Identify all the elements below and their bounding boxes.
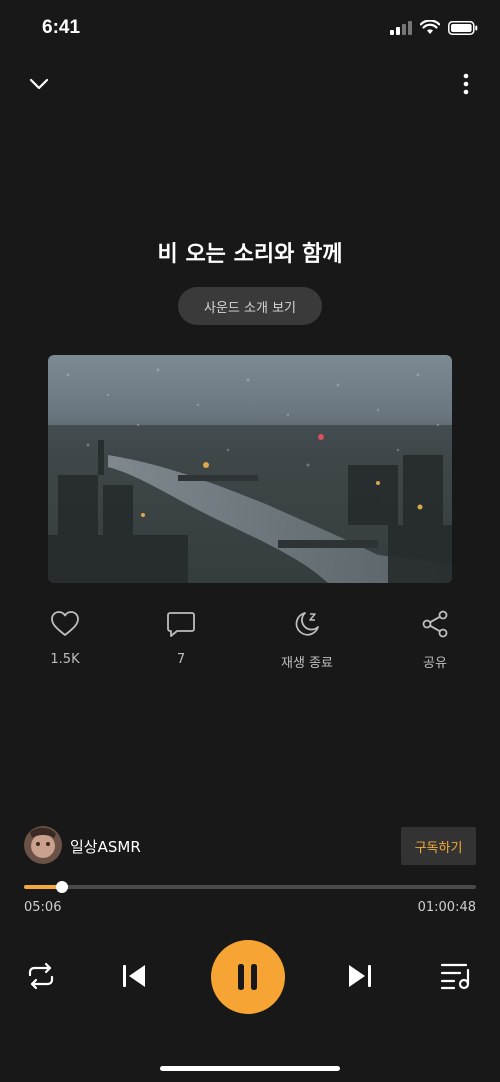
more-options-icon[interactable] [462,72,470,96]
sleep-timer-button[interactable]: 재생 종료 [262,610,352,671]
sound-intro-button[interactable]: 사운드 소개 보기 [178,287,322,325]
wifi-icon [420,20,440,34]
pause-icon [238,964,257,990]
top-bar [0,66,500,102]
comment-count: 7 [176,652,186,667]
battery-icon [448,20,478,35]
home-indicator [160,1066,340,1071]
playback-controls [0,938,500,1014]
share-button[interactable]: 공유 [390,610,480,671]
comment-icon [167,612,195,637]
previous-track-icon[interactable] [120,963,148,989]
share-icon [422,610,448,638]
progress-knob[interactable] [55,881,68,893]
pause-button[interactable] [211,940,285,1014]
total-time: 01:00:48 [417,900,476,915]
status-icons [390,20,478,35]
chevron-down-icon[interactable] [26,72,52,96]
channel-name[interactable]: 일상ASMR [70,836,141,857]
signal-icon [390,20,412,35]
next-track-icon[interactable] [346,963,374,989]
subscribe-button[interactable]: 구독하기 [401,827,476,865]
heart-icon [51,611,79,636]
avatar[interactable] [24,826,62,864]
like-count: 1.5K [50,652,80,667]
clock: 6:41 [42,17,81,38]
like-button[interactable]: 1.5K [20,610,110,667]
status-bar: 6:41 [0,0,500,60]
sleep-timer-icon [295,612,319,636]
current-time: 05:06 [24,900,62,915]
cover-image [48,355,452,583]
repeat-icon[interactable] [26,962,56,990]
playlist-icon[interactable] [440,962,472,990]
comment-button[interactable]: 7 [136,610,226,667]
share-label: 공유 [423,656,447,671]
sound-title: 비 오는 소리와 함께 [157,242,343,267]
sleep-timer-label: 재생 종료 [281,656,333,671]
progress-track [24,885,476,889]
action-bar: 1.5K 7 재생 종료 공유 [0,610,500,671]
progress-slider[interactable] [24,880,476,894]
channel-row: 일상ASMR 구독하기 [24,826,476,866]
